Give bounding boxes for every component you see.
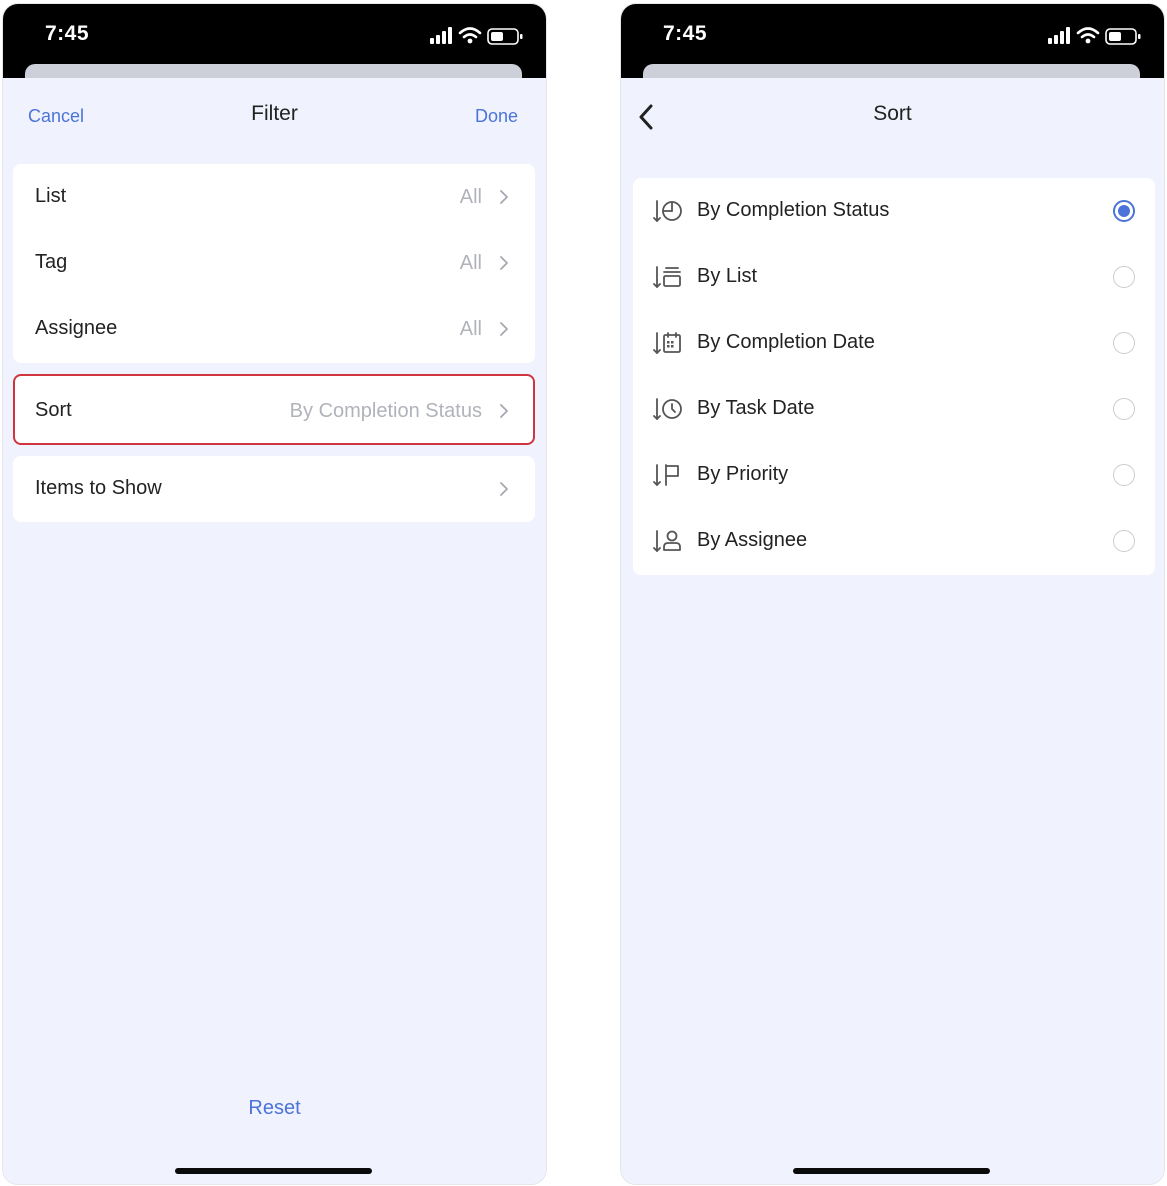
chevron-right-icon — [500, 322, 508, 336]
page-title: Filter — [251, 102, 298, 125]
row-value: All — [459, 318, 482, 340]
option-label: By Completion Status — [697, 199, 890, 221]
row-value: All — [459, 252, 482, 274]
chevron-right-icon — [500, 190, 508, 204]
home-indicator — [793, 1168, 990, 1174]
row-label: List — [35, 185, 67, 207]
battery-icon — [487, 28, 523, 45]
wifi-icon — [1076, 27, 1100, 39]
option-label: By Assignee — [697, 529, 808, 551]
status-time: 7:45 — [45, 22, 90, 45]
sort-option-priority[interactable]: By Priority — [633, 442, 1155, 508]
filter-screen: 7:45 Cancel Filter Done List All Tag All… — [2, 3, 547, 1185]
sort-row[interactable]: Sort By Completion Status — [13, 374, 535, 445]
filter-row-list[interactable]: List All — [13, 164, 535, 230]
status-icons — [430, 24, 526, 51]
sort-option-task-date[interactable]: By Task Date — [633, 376, 1155, 442]
priority-sort-icon — [653, 464, 679, 486]
radio-selected[interactable] — [1113, 200, 1135, 222]
filter-row-assignee[interactable]: Assignee All — [13, 296, 535, 362]
row-label: Tag — [35, 251, 68, 273]
items-to-show-row[interactable]: Items to Show — [13, 456, 535, 522]
row-label: Items to Show — [35, 477, 162, 499]
completion-status-sort-icon — [653, 200, 682, 222]
option-label: By Completion Date — [697, 331, 875, 353]
page-title: Sort — [873, 102, 912, 125]
sort-options-card: By Completion Status By List By Completi… — [633, 178, 1155, 575]
completion-date-sort-icon — [653, 332, 681, 354]
filter-row-tag[interactable]: Tag All — [13, 230, 535, 296]
sort-option-list[interactable]: By List — [633, 244, 1155, 310]
home-indicator — [175, 1168, 372, 1174]
done-button[interactable]: Done — [475, 106, 518, 127]
status-time: 7:45 — [663, 22, 708, 45]
battery-icon — [1105, 28, 1141, 45]
filter-card: List All Tag All Assignee All — [13, 164, 535, 363]
wifi-icon — [458, 27, 482, 39]
sort-option-assignee[interactable]: By Assignee — [633, 508, 1155, 574]
sort-screen: 7:45 Sort By Completion Status By List B… — [620, 3, 1165, 1185]
reset-button[interactable]: Reset — [3, 1097, 546, 1120]
option-label: By List — [697, 265, 758, 287]
sort-option-completion-date[interactable]: By Completion Date — [633, 310, 1155, 376]
signal-icon — [1048, 27, 1070, 44]
option-label: By Task Date — [697, 397, 815, 419]
radio-unselected[interactable] — [1113, 464, 1135, 486]
signal-icon — [430, 27, 452, 44]
sort-option-completion-status[interactable]: By Completion Status — [633, 178, 1155, 244]
row-value: All — [459, 186, 482, 208]
row-value: By Completion Status — [289, 400, 482, 422]
status-icons — [1048, 24, 1144, 51]
option-label: By Priority — [697, 463, 789, 485]
chevron-right-icon — [500, 404, 508, 418]
radio-unselected[interactable] — [1113, 266, 1135, 288]
list-sort-icon — [653, 266, 681, 288]
chevron-right-icon — [500, 482, 508, 496]
assignee-sort-icon — [653, 530, 681, 552]
row-label: Sort — [35, 399, 72, 421]
row-label: Assignee — [35, 317, 118, 339]
radio-unselected[interactable] — [1113, 530, 1135, 552]
task-date-sort-icon — [653, 398, 682, 420]
chevron-right-icon — [500, 256, 508, 270]
radio-unselected[interactable] — [1113, 398, 1135, 420]
radio-unselected[interactable] — [1113, 332, 1135, 354]
